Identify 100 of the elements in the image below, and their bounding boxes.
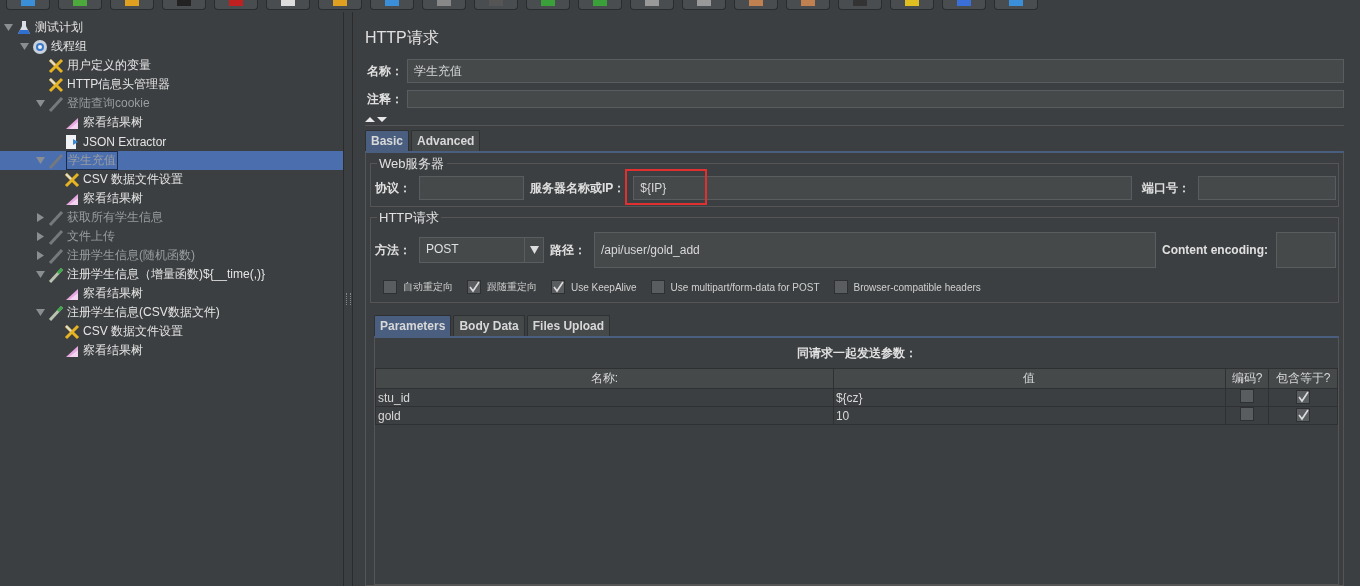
field-label: 路径：: [549, 241, 587, 259]
toolbar-button[interactable]: [526, 0, 570, 10]
wrench-icon: [64, 323, 80, 340]
tree-label: 文件上传: [66, 228, 116, 245]
name-field[interactable]: 学生充值: [407, 59, 1344, 83]
tree-item[interactable]: 测试计划: [0, 18, 343, 37]
field-label: 注释：: [366, 90, 404, 108]
toolbar-button[interactable]: [890, 0, 934, 10]
column-header[interactable]: 编码?: [1225, 368, 1269, 389]
tree-item[interactable]: HTTP信息头管理器: [0, 75, 343, 94]
column-header[interactable]: 值: [833, 368, 1226, 389]
toolbar-button[interactable]: [682, 0, 726, 10]
toolbar-icon: [905, 0, 919, 6]
tree-label: 察看结果树: [82, 190, 144, 207]
tree-label: 察看结果树: [82, 285, 144, 302]
method-dropdown[interactable]: POST: [419, 237, 544, 263]
wrench-icon: [48, 76, 64, 93]
tree-label: 注册学生信息(CSV数据文件): [66, 304, 221, 321]
table-caption: 同请求一起发送参数：: [795, 345, 918, 362]
toolbar-button[interactable]: [266, 0, 310, 10]
wrench-icon: [64, 171, 80, 188]
checkbox[interactable]: [833, 280, 848, 294]
tree-item[interactable]: 察看结果树: [0, 341, 343, 360]
toolbar-icon: [593, 0, 607, 6]
tree-item[interactable]: 用户定义的变量: [0, 56, 343, 75]
tree-label: 察看结果树: [82, 342, 144, 359]
checkbox-label: Browser-compatible headers: [853, 281, 981, 293]
tree-item[interactable]: 注册学生信息（增量函数)${__time(,)}: [0, 265, 343, 284]
toolbar-icon: [177, 0, 191, 6]
toolbar-icon: [645, 0, 659, 6]
toolbar-button[interactable]: [630, 0, 674, 10]
field-label: 方法：: [374, 241, 412, 259]
group-title: HTTP请求: [377, 209, 441, 227]
toolbar-icon: [853, 0, 867, 6]
toolbar-icon: [957, 0, 971, 6]
tab[interactable]: Body Data: [453, 315, 525, 336]
tree-label: 用户定义的变量: [66, 57, 152, 74]
toolbar-icon: [73, 0, 87, 6]
tree-label: 获取所有学生信息: [66, 209, 164, 226]
toolbar-icon: [437, 0, 451, 6]
port-field[interactable]: [1198, 176, 1336, 200]
checkbox[interactable]: [551, 280, 565, 294]
checkbox-label: 自动重定向: [403, 280, 453, 294]
tree-label: CSV 数据文件设置: [82, 171, 184, 188]
tree-label: 察看结果树: [82, 114, 144, 131]
checkbox[interactable]: [467, 280, 481, 294]
checkbox-label: 跟随重定向: [487, 280, 537, 294]
checkbox[interactable]: [383, 280, 397, 294]
toggle-icon[interactable]: [3, 23, 13, 32]
tab[interactable]: Advanced: [411, 130, 481, 151]
toolbar-icon: [749, 0, 763, 6]
toolbar-icon: [541, 0, 555, 6]
column-header[interactable]: 名称:: [375, 368, 834, 389]
toolbar-icon: [125, 0, 139, 6]
toolbar-button[interactable]: [318, 0, 362, 10]
toolbar-icon: [1009, 0, 1023, 6]
toolbar-button[interactable]: [110, 0, 154, 10]
document-icon: [64, 133, 80, 150]
field-label: 名称：: [366, 62, 404, 80]
checkbox[interactable]: [1296, 389, 1310, 404]
checkbox[interactable]: [1240, 389, 1254, 403]
toolbar-button[interactable]: [58, 0, 102, 10]
checkbox[interactable]: [650, 280, 665, 294]
tree-label: 登陆查询cookie: [66, 95, 151, 112]
caret-icon: [529, 246, 539, 254]
toolbar-icon: [281, 0, 295, 6]
tree-label: 测试计划: [34, 19, 84, 36]
toggle-icon[interactable]: [19, 42, 29, 51]
tree-label: CSV 数据文件设置: [82, 323, 184, 340]
toolbar-icon: [21, 0, 35, 6]
toolbar-button[interactable]: [734, 0, 778, 10]
toolbar-icon: [229, 0, 243, 6]
protocol-field[interactable]: [419, 176, 524, 200]
checkbox[interactable]: [1240, 407, 1254, 421]
checkbox-label: Use multipart/form-data for POST: [670, 281, 820, 293]
toolbar-button[interactable]: [578, 0, 622, 10]
field-label: 服务器名称或IP：: [529, 179, 627, 197]
tree-item[interactable]: 注册学生信息(CSV数据文件): [0, 303, 343, 322]
group-title: Web服务器: [377, 155, 447, 173]
checkbox-label: Use KeepAlive: [571, 281, 637, 293]
tab[interactable]: Files Upload: [526, 315, 611, 336]
field-label: Content encoding:: [1161, 243, 1269, 257]
column-header[interactable]: 包含等于?: [1268, 368, 1338, 389]
tab[interactable]: Parameters: [374, 315, 452, 336]
toolbar-icon: [697, 0, 711, 6]
server-field[interactable]: ${IP}: [633, 176, 1132, 200]
toolbar-button[interactable]: [786, 0, 830, 10]
toggle-icon[interactable]: [35, 308, 45, 317]
collapse-arrows-icon[interactable]: [365, 115, 387, 123]
encoding-field[interactable]: [1276, 232, 1336, 268]
tree-label: 线程组: [50, 38, 88, 55]
comment-field[interactable]: [407, 90, 1344, 108]
tree-item[interactable]: 线程组: [0, 37, 343, 56]
tree-item[interactable]: CSV 数据文件设置: [0, 322, 343, 341]
tree-item[interactable]: 察看结果树: [0, 284, 343, 303]
field-label: 端口号：: [1141, 179, 1191, 197]
tab[interactable]: Basic: [365, 130, 410, 151]
checkbox[interactable]: [1296, 407, 1310, 422]
toggle-icon[interactable]: [35, 270, 45, 279]
path-field[interactable]: /api/user/gold_add: [594, 232, 1156, 268]
